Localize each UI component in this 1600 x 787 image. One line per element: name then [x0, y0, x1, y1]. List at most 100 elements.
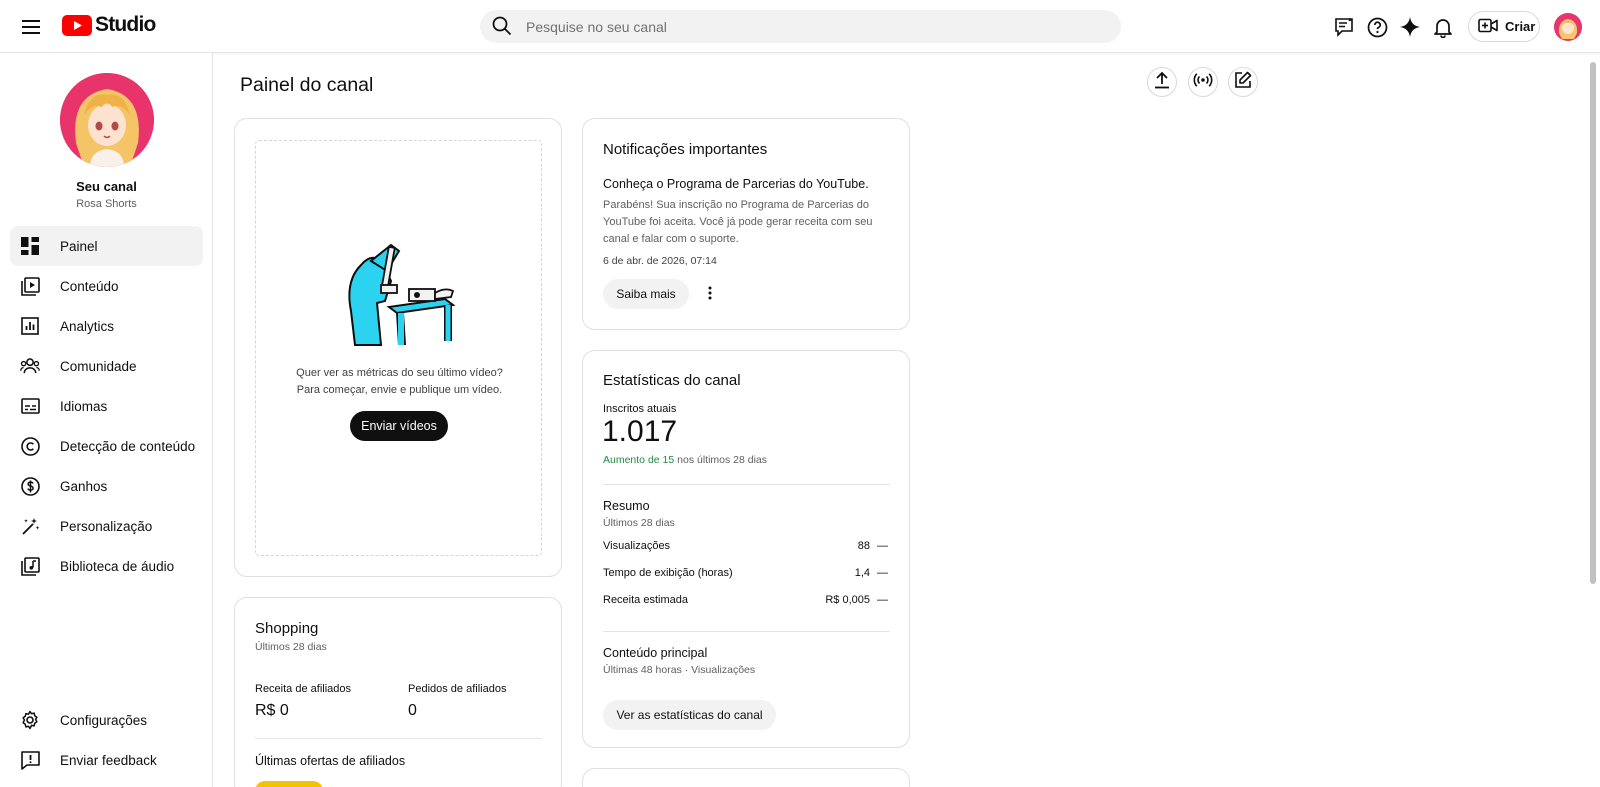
sidebar-item-feedback[interactable]: Enviar feedback: [10, 740, 203, 780]
divider: [603, 484, 890, 485]
dashboard-icon: [20, 236, 40, 256]
sidebar-item-painel[interactable]: Painel: [10, 226, 203, 266]
sidebar-item-label: Ganhos: [60, 478, 108, 494]
studio-logo[interactable]: Studio: [62, 13, 156, 37]
search-input[interactable]: [526, 10, 1106, 43]
top-content-title: Conteúdo principal: [603, 646, 708, 660]
sidebar-item-analytics[interactable]: Analytics: [10, 306, 203, 346]
sidebar-item-label: Personalização: [60, 518, 153, 534]
shopping-card: Shopping Últimos 28 dias Receita de afil…: [234, 597, 562, 787]
affiliate-revenue-label: Receita de afiliados: [255, 683, 352, 695]
upload-icon: [1154, 71, 1170, 94]
notifications-card: Notificações importantes Conheça o Progr…: [582, 118, 910, 330]
subscribers-label: Inscritos atuais: [603, 403, 677, 415]
sidebar-item-label: Configurações: [60, 712, 148, 728]
audio-library-icon: [20, 556, 40, 576]
stat-label: Receita estimada: [603, 594, 688, 606]
upload-videos-button[interactable]: Enviar vídeos: [350, 411, 448, 441]
affiliate-offers-title: Últimas ofertas de afiliados: [255, 754, 406, 768]
sidebar-item-label: Conteúdo: [60, 278, 119, 294]
subtitles-icon: [20, 396, 40, 416]
top-bar: Studio Criar: [0, 0, 1600, 53]
stat-delta: —: [877, 594, 888, 606]
feedback-icon: [20, 750, 40, 770]
stat-value: 88: [857, 540, 870, 552]
stat-value: R$ 0,005: [825, 594, 870, 606]
affiliate-orders-label: Pedidos de afiliados: [408, 683, 507, 695]
sparkle-icon[interactable]: [1397, 14, 1423, 40]
sidebar-item-idiomas[interactable]: Idiomas: [10, 386, 203, 426]
create-button[interactable]: Criar: [1468, 11, 1540, 42]
upload-dropzone[interactable]: Quer ver as métricas do seu último vídeo…: [255, 140, 542, 556]
create-post-button[interactable]: [1228, 67, 1258, 97]
gear-icon: [20, 710, 40, 730]
go-live-button[interactable]: [1188, 67, 1218, 97]
comments-icon[interactable]: [1331, 14, 1357, 40]
help-icon[interactable]: [1364, 14, 1390, 40]
top-content-period: Últimas 48 horas · Visualizações: [603, 664, 756, 676]
stat-delta: —: [877, 540, 888, 552]
sidebar-item-comunidade[interactable]: Comunidade: [10, 346, 203, 386]
next-card: [582, 768, 910, 787]
channel-title: Seu canal: [76, 179, 137, 194]
sidebar-item-label: Detecção de conteúdo: [60, 438, 196, 454]
offer-thumbnail[interactable]: [255, 781, 323, 787]
upload-video-card: Quer ver as métricas do seu último vídeo…: [234, 118, 562, 577]
menu-icon[interactable]: [18, 14, 44, 40]
sidebar-item-label: Analytics: [60, 318, 115, 334]
channel-avatar[interactable]: [60, 73, 154, 167]
sidebar-item-biblioteca[interactable]: Biblioteca de áudio: [10, 546, 203, 586]
notifications-bell-icon[interactable]: [1430, 14, 1456, 40]
search-icon: [492, 16, 512, 41]
sidebar-item-ganhos[interactable]: Ganhos: [10, 466, 203, 506]
stat-row-revenue: Receita estimada R$ 0,005 —: [603, 591, 890, 611]
summary-period: Últimos 28 dias: [603, 517, 675, 529]
page-scrollbar[interactable]: [1590, 62, 1596, 584]
stat-row-views: Visualizações 88 —: [603, 537, 890, 557]
notification-body: Parabéns! Sua inscrição no Programa de P…: [603, 199, 873, 245]
sidebar-item-deteccao[interactable]: Detecção de conteúdo: [10, 426, 203, 466]
youtube-logo-icon: [62, 14, 92, 36]
analytics-icon: [20, 316, 40, 336]
divider: [255, 738, 542, 739]
copyright-icon: [20, 436, 40, 456]
sidebar-item-configuracoes[interactable]: Configurações: [10, 700, 203, 740]
page-title: Painel do canal: [240, 74, 374, 96]
subscribers-period: nos últimos 28 dias: [674, 454, 768, 466]
create-label: Criar: [1505, 19, 1536, 34]
live-broadcast-icon: [1193, 72, 1213, 93]
sidebar-item-personalizacao[interactable]: Personalização: [10, 506, 203, 546]
more-options-icon[interactable]: [700, 281, 720, 305]
community-icon: [20, 356, 40, 376]
affiliate-orders-value: 0: [408, 702, 417, 719]
summary-title: Resumo: [603, 499, 650, 513]
stat-row-watch-time: Tempo de exibição (horas) 1,4 —: [603, 564, 890, 584]
notification-subtitle: Conheça o Programa de Parcerias do YouTu…: [603, 177, 869, 191]
affiliate-revenue: Receita de afiliados R$ 0: [255, 683, 351, 720]
search-bar[interactable]: [480, 10, 1121, 43]
upload-button[interactable]: [1147, 67, 1177, 97]
stat-label: Tempo de exibição (horas): [603, 567, 733, 579]
learn-more-button[interactable]: Saiba mais: [603, 279, 689, 309]
notifications-title: Notificações importantes: [603, 141, 768, 158]
logo-text: Studio: [95, 13, 156, 36]
magic-wand-icon: [20, 516, 40, 536]
video-camera-plus-icon: [1478, 18, 1498, 36]
upload-prompt-line2: Para começar, envie e publique um vídeo.: [296, 383, 503, 396]
sidebar-item-label: Idiomas: [60, 398, 108, 414]
stat-value: 1,4: [854, 567, 870, 579]
upload-prompt: Quer ver as métricas do seu último vídeo…: [256, 365, 543, 398]
sidebar-item-label: Comunidade: [60, 358, 137, 374]
subscribers-increase: Aumento de 15: [603, 454, 675, 466]
shopping-period: Últimos 28 dias: [255, 641, 327, 653]
shopping-title: Shopping: [255, 620, 319, 637]
affiliate-orders: Pedidos de afiliados 0: [408, 683, 506, 720]
content-icon: [20, 276, 40, 296]
stat-delta: —: [877, 567, 888, 579]
account-avatar[interactable]: [1554, 13, 1582, 41]
subscribers-count: 1.017: [602, 415, 678, 448]
earn-icon: [20, 476, 40, 496]
sidebar-item-conteudo[interactable]: Conteúdo: [10, 266, 203, 306]
view-channel-analytics-button[interactable]: Ver as estatísticas do canal: [603, 700, 776, 730]
sidebar-item-label: Painel: [60, 238, 98, 254]
